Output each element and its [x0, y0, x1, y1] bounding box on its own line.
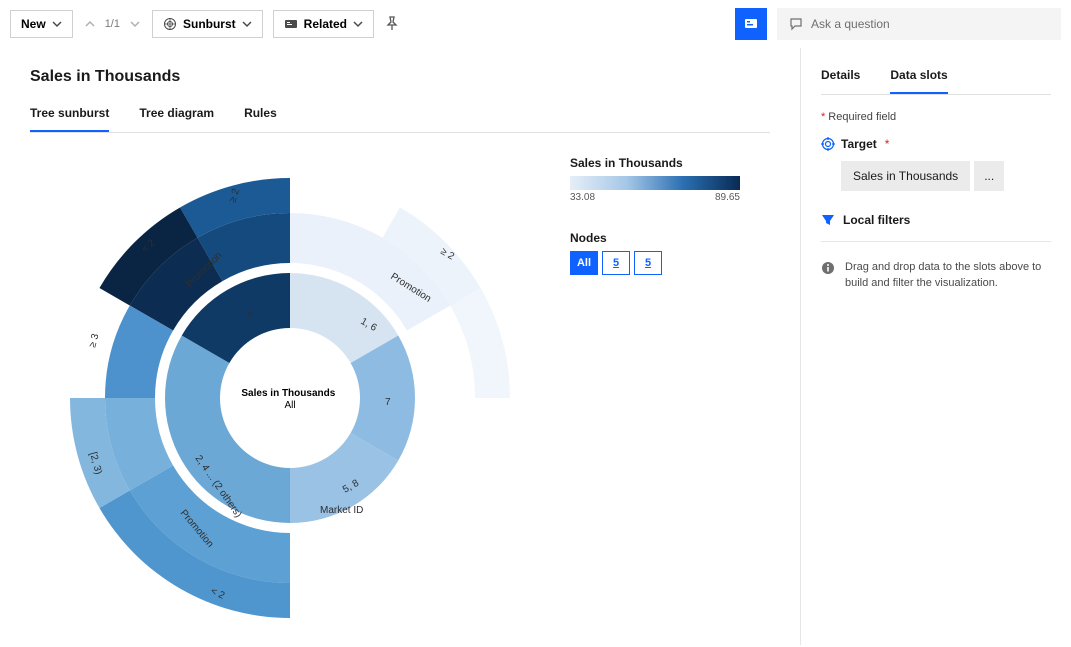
scale-max: 89.65: [715, 192, 740, 203]
tab-tree-diagram[interactable]: Tree diagram: [139, 98, 214, 132]
viz-type-label: Sunburst: [183, 17, 236, 31]
required-hint: *Required field: [821, 111, 1051, 123]
right-panel: Details Data slots *Required field Targe…: [800, 48, 1071, 645]
canvas-tabs: Tree sunburst Tree diagram Rules: [30, 98, 770, 133]
pager-prev[interactable]: [83, 17, 97, 31]
target-chip-more[interactable]: ...: [974, 161, 1004, 191]
chart-legend: Sales in Thousands 33.08 89.65 Nodes All…: [550, 148, 770, 631]
info-icon: [821, 261, 835, 275]
nodes-label: Nodes: [570, 231, 770, 245]
chevron-down-icon: [242, 19, 252, 29]
page-title: Sales in Thousands: [30, 68, 770, 86]
assistant-icon: [743, 16, 759, 32]
toolbar: New 1/1 Sunburst Related: [0, 0, 1071, 48]
nodes-5a-button[interactable]: 5: [602, 251, 630, 275]
pager-next[interactable]: [128, 17, 142, 31]
legend-title: Sales in Thousands: [570, 156, 770, 170]
sunburst-icon: [163, 17, 177, 31]
assistant-button[interactable]: [735, 8, 767, 40]
related-label: Related: [304, 17, 347, 31]
pin-button[interactable]: [384, 16, 400, 32]
rtab-data-slots[interactable]: Data slots: [890, 62, 947, 94]
chevron-down-icon: [52, 19, 62, 29]
slot-target-header: Target *: [821, 137, 1051, 151]
chevron-up-icon: [85, 19, 95, 29]
scale-min: 33.08: [570, 192, 595, 203]
related-button[interactable]: Related: [273, 10, 374, 38]
related-icon: [284, 17, 298, 31]
nodes-5b-button[interactable]: 5: [634, 251, 662, 275]
local-filters-header[interactable]: Local filters: [821, 213, 1051, 242]
rtab-details[interactable]: Details: [821, 62, 860, 94]
ring-name: Market ID: [320, 505, 363, 516]
filter-icon: [821, 213, 835, 227]
new-label: New: [21, 17, 46, 31]
ask-placeholder: Ask a question: [811, 17, 890, 31]
new-button[interactable]: New: [10, 10, 73, 38]
chat-icon: [789, 17, 803, 31]
nodes-all-button[interactable]: All: [570, 251, 598, 275]
chart-center-sub: All: [284, 400, 295, 411]
seg-label: 7: [385, 397, 391, 408]
target-chip[interactable]: Sales in Thousands: [841, 161, 970, 191]
sunburst-chart[interactable]: Sales in Thousands All 1, 6 7 5, 8 2, 4 …: [30, 148, 550, 631]
chevron-down-icon: [353, 19, 363, 29]
chart-center-title: Sales in Thousands: [241, 388, 335, 399]
color-scale: [570, 176, 740, 190]
chevron-down-icon: [130, 19, 140, 29]
viz-type-button[interactable]: Sunburst: [152, 10, 263, 38]
pager-counter: 1/1: [105, 18, 120, 30]
target-icon: [821, 137, 835, 151]
tab-rules[interactable]: Rules: [244, 98, 277, 132]
slot-hint: Drag and drop data to the slots above to…: [821, 260, 1051, 292]
outer-label: ≥ 3: [87, 332, 101, 349]
tab-tree-sunburst[interactable]: Tree sunburst: [30, 98, 109, 132]
ask-question-input[interactable]: Ask a question: [777, 8, 1061, 40]
pin-icon: [384, 16, 400, 32]
pager: 1/1: [83, 17, 142, 31]
